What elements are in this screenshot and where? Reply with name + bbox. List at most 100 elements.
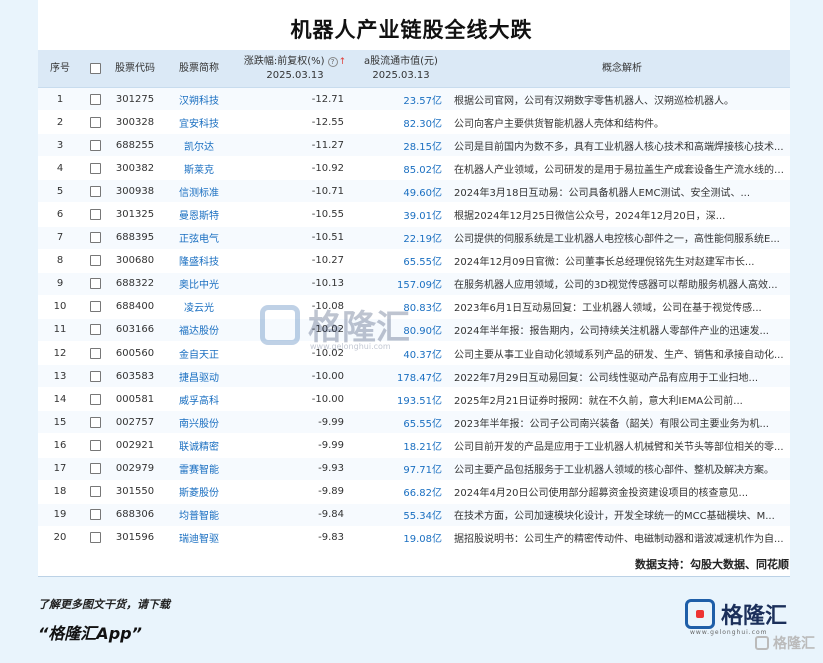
checkbox-box[interactable] [89, 509, 101, 521]
row-checkbox[interactable] [82, 139, 108, 151]
stock-name-link[interactable]: 捷昌驱动 [162, 369, 236, 384]
row-checkbox[interactable] [82, 93, 108, 105]
checkbox-box[interactable] [89, 532, 101, 544]
market-cap-link[interactable]: 97.71亿 [354, 461, 448, 476]
row-checkbox[interactable] [82, 393, 108, 405]
stock-name-link[interactable]: 汉朔科技 [162, 92, 236, 107]
col-header-market-cap[interactable]: a股流通市值(元) 2025.03.13 [354, 50, 448, 87]
checkbox-box[interactable] [89, 439, 101, 451]
table-row[interactable]: 13 603583 捷昌驱动 -10.00 178.47亿 2022年7月29日互动易回复… [38, 365, 790, 389]
sort-arrow-icon[interactable]: ↑ [339, 55, 347, 69]
checkbox-box[interactable] [89, 116, 101, 128]
market-cap-link[interactable]: 19.08亿 [354, 530, 448, 545]
table-row[interactable]: 14 000581 威孚高科 -10.00 193.51亿 2025年2月21日证券时报网… [38, 388, 790, 412]
stock-name-link[interactable]: 正弦电气 [162, 230, 236, 245]
market-cap-link[interactable]: 85.02亿 [354, 161, 448, 176]
stock-name-link[interactable]: 斯菱股份 [162, 484, 236, 499]
stock-name-link[interactable]: 瑞迪智驱 [162, 530, 236, 545]
market-cap-link[interactable]: 82.30亿 [354, 115, 448, 130]
help-circle-icon[interactable]: ? [327, 56, 338, 67]
row-checkbox[interactable] [82, 324, 108, 336]
row-checkbox[interactable] [82, 301, 108, 313]
market-cap-link[interactable]: 49.60亿 [354, 184, 448, 199]
checkbox-box[interactable] [89, 301, 101, 313]
table-row[interactable]: 4 300382 斯莱克 -10.92 85.02亿 在机器人产业领域，公司研发的是用于易… [38, 157, 790, 181]
table-row[interactable]: 7 688395 正弦电气 -10.51 22.19亿 公司提供的伺服系统是工业机器人电控… [38, 226, 790, 250]
checkbox-box[interactable] [89, 370, 101, 382]
table-row[interactable]: 8 300680 隆盛科技 -10.27 65.55亿 2024年12月09日官微：公司董… [38, 249, 790, 273]
market-cap-link[interactable]: 39.01亿 [354, 207, 448, 222]
table-row[interactable]: 3 688255 凯尔达 -11.27 28.15亿 公司是目前国内为数不多，具有工业机器… [38, 134, 790, 158]
market-cap-link[interactable]: 22.19亿 [354, 230, 448, 245]
row-checkbox[interactable] [82, 116, 108, 128]
market-cap-link[interactable]: 40.37亿 [354, 346, 448, 361]
row-checkbox[interactable] [82, 370, 108, 382]
market-cap-link[interactable]: 178.47亿 [354, 369, 448, 384]
checkbox-box[interactable] [89, 63, 101, 74]
stock-name-link[interactable]: 雷赛智能 [162, 461, 236, 476]
table-row[interactable]: 15 002757 南兴股份 -9.99 65.55亿 2023年半年报：公司子公司南兴装… [38, 411, 790, 435]
stock-name-link[interactable]: 金自天正 [162, 346, 236, 361]
row-checkbox[interactable] [82, 185, 108, 197]
stock-name-link[interactable]: 联诚精密 [162, 438, 236, 453]
table-row[interactable]: 2 300328 宜安科技 -12.55 82.30亿 公司向客户主要供货智能机器人壳体和… [38, 111, 790, 135]
checkbox-box[interactable] [89, 486, 101, 498]
market-cap-link[interactable]: 18.21亿 [354, 438, 448, 453]
stock-name-link[interactable]: 斯莱克 [162, 161, 236, 176]
table-row[interactable]: 20 301596 瑞迪智驱 -9.83 19.08亿 据招股说明书：公司生产的精密传动件… [38, 526, 790, 550]
table-row[interactable]: 5 300938 信测标准 -10.71 49.60亿 2024年3月18日互动易：公司具… [38, 180, 790, 204]
row-checkbox[interactable] [82, 416, 108, 428]
row-checkbox[interactable] [82, 255, 108, 267]
row-checkbox[interactable] [82, 278, 108, 290]
table-row[interactable]: 6 301325 曼恩斯特 -10.55 39.01亿 根据2024年12月25日微信公众… [38, 203, 790, 227]
checkbox-box[interactable] [89, 463, 101, 475]
stock-name-link[interactable]: 均普智能 [162, 507, 236, 522]
market-cap-link[interactable]: 66.82亿 [354, 484, 448, 499]
market-cap-link[interactable]: 65.55亿 [354, 415, 448, 430]
row-checkbox[interactable] [82, 162, 108, 174]
table-row[interactable]: 9 688322 奥比中光 -10.13 157.09亿 在服务机器人应用领域，公司的3D… [38, 272, 790, 296]
row-checkbox[interactable] [82, 232, 108, 244]
stock-name-link[interactable]: 奥比中光 [162, 276, 236, 291]
table-row[interactable]: 16 002921 联诚精密 -9.99 18.21亿 公司目前开发的产品是应用于工业机器… [38, 434, 790, 458]
col-header-code[interactable]: 股票代码 [108, 50, 162, 87]
checkbox-box[interactable] [89, 139, 101, 151]
market-cap-link[interactable]: 65.55亿 [354, 253, 448, 268]
stock-name-link[interactable]: 隆盛科技 [162, 253, 236, 268]
row-checkbox[interactable] [82, 532, 108, 544]
table-row[interactable]: 10 688400 凌云光 -10.08 80.83亿 2023年6月1日互动易回复：工业… [38, 295, 790, 319]
stock-name-link[interactable]: 凌云光 [162, 299, 236, 314]
row-checkbox[interactable] [82, 509, 108, 521]
table-row[interactable]: 11 603166 福达股份 -10.02 80.90亿 2024年半年报：报告期内，公司… [38, 318, 790, 343]
row-checkbox[interactable] [82, 209, 108, 221]
checkbox-box[interactable] [89, 347, 101, 359]
row-checkbox[interactable] [82, 347, 108, 359]
stock-name-link[interactable]: 信测标准 [162, 184, 236, 199]
col-header-change[interactable]: 涨跌幅:前复权(%) ? ↑ 2025.03.13 [236, 50, 354, 87]
market-cap-link[interactable]: 23.57亿 [354, 92, 448, 107]
checkbox-box[interactable] [89, 185, 101, 197]
stock-name-link[interactable]: 凯尔达 [162, 138, 236, 153]
stock-name-link[interactable]: 曼恩斯特 [162, 207, 236, 222]
checkbox-box[interactable] [89, 93, 101, 105]
checkbox-box[interactable] [89, 324, 101, 336]
market-cap-link[interactable]: 193.51亿 [354, 392, 448, 407]
stock-name-link[interactable]: 宜安科技 [162, 115, 236, 130]
row-checkbox[interactable] [82, 439, 108, 451]
table-row[interactable]: 19 688306 均普智能 -9.84 55.34亿 在技术方面，公司加速模块化设计，开… [38, 503, 790, 527]
table-row[interactable]: 17 002979 雷赛智能 -9.93 97.71亿 公司主要产品包括服务于工业机器人领… [38, 457, 790, 481]
stock-name-link[interactable]: 南兴股份 [162, 415, 236, 430]
row-checkbox[interactable] [82, 463, 108, 475]
checkbox-box[interactable] [89, 393, 101, 405]
checkbox-box[interactable] [89, 255, 101, 267]
checkbox-box[interactable] [89, 416, 101, 428]
checkbox-box[interactable] [89, 232, 101, 244]
checkbox-box[interactable] [89, 209, 101, 221]
stock-name-link[interactable]: 福达股份 [162, 322, 236, 337]
table-row[interactable]: 1 301275 汉朔科技 -12.71 23.57亿 根据公司官网，公司有汉朔数字零售机… [38, 88, 790, 112]
stock-name-link[interactable]: 威孚高科 [162, 392, 236, 407]
market-cap-link[interactable]: 55.34亿 [354, 507, 448, 522]
select-all-checkbox[interactable] [82, 50, 108, 87]
table-row[interactable]: 12 600560 金自天正 -10.02 40.37亿 公司主要从事工业自动化领域系列产… [38, 342, 790, 366]
checkbox-box[interactable] [89, 278, 101, 290]
